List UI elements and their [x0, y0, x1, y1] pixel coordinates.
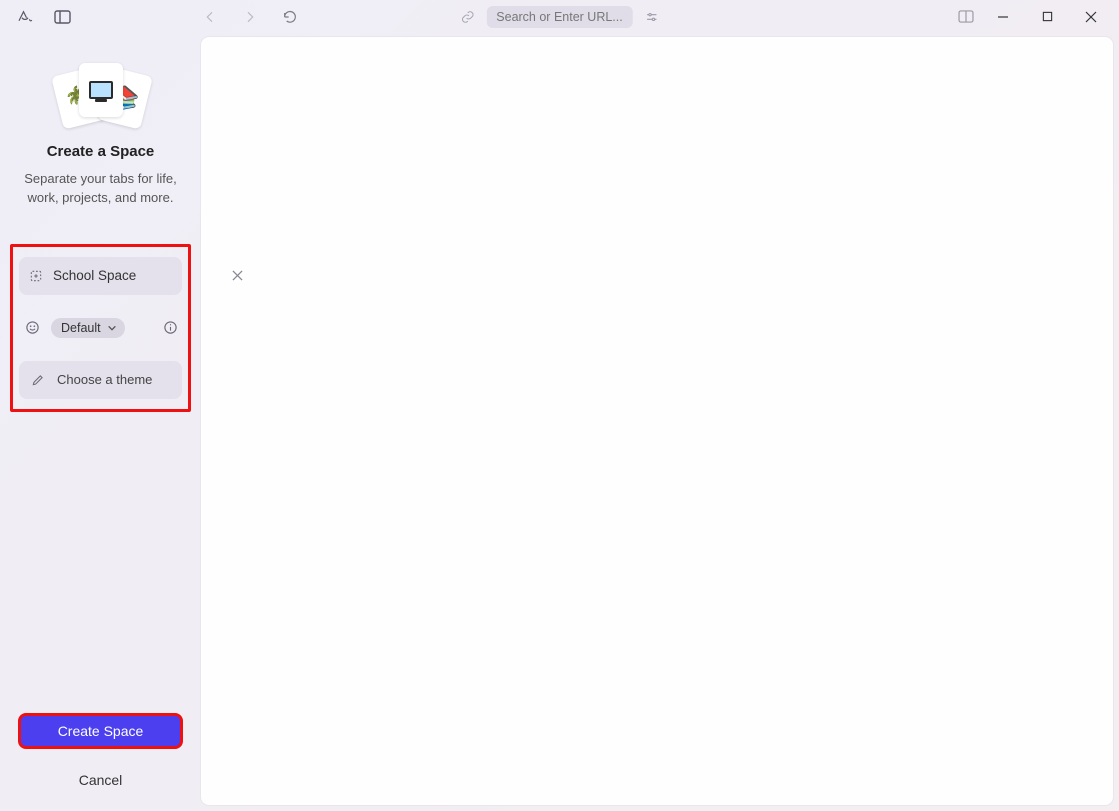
arc-logo-icon[interactable] [16, 8, 34, 26]
url-placeholder: Search or Enter URL... [496, 10, 622, 24]
space-name-input[interactable] [53, 268, 230, 283]
url-field[interactable]: Search or Enter URL... [486, 6, 632, 28]
maximize-button[interactable] [1025, 2, 1069, 32]
cancel-label: Cancel [79, 772, 123, 788]
theme-row[interactable]: Choose a theme [19, 361, 182, 399]
sidebar-toggle-icon[interactable] [53, 8, 71, 26]
illus-card-computer [79, 63, 123, 117]
space-icon-picker-icon[interactable] [29, 269, 43, 283]
back-icon[interactable] [201, 8, 219, 26]
create-space-button[interactable]: Create Space [18, 713, 183, 749]
clear-name-icon[interactable] [230, 270, 245, 281]
theme-label: Choose a theme [57, 372, 152, 387]
toolbar: Search or Enter URL... [0, 0, 1119, 33]
window-controls [957, 2, 1113, 32]
sidebar-subtitle: Separate your tabs for life, work, proje… [0, 170, 201, 208]
nav-group [201, 8, 299, 26]
split-view-icon[interactable] [957, 8, 975, 26]
link-icon [458, 8, 476, 26]
sidebar-actions: Create Space Cancel [0, 713, 201, 797]
toolbar-left [8, 8, 71, 26]
space-settings-group: Default Choose a theme [10, 244, 191, 412]
forward-icon[interactable] [241, 8, 259, 26]
minimize-button[interactable] [981, 2, 1025, 32]
cancel-button[interactable]: Cancel [18, 763, 183, 797]
chevron-down-icon [107, 323, 117, 333]
space-name-row[interactable] [19, 257, 182, 295]
url-bar-wrap: Search or Enter URL... [458, 6, 660, 28]
space-illustration: 🌴 📚 [51, 61, 151, 125]
reload-icon[interactable] [281, 8, 299, 26]
content-area [201, 37, 1113, 805]
sidebar-title: Create a Space [0, 143, 201, 160]
profile-selector[interactable]: Default [51, 318, 125, 338]
app-window: Search or Enter URL... [0, 0, 1119, 811]
profile-label: Default [61, 321, 101, 335]
body: 🌴 📚 Create a Space Separate your tabs fo… [0, 33, 1119, 811]
close-button[interactable] [1069, 2, 1113, 32]
pencil-icon [29, 373, 47, 387]
sidebar: 🌴 📚 Create a Space Separate your tabs fo… [0, 33, 201, 811]
profile-row: Default [19, 309, 182, 347]
profile-icon [23, 320, 41, 335]
settings-sliders-icon[interactable] [643, 8, 661, 26]
info-icon[interactable] [163, 320, 178, 335]
create-space-label: Create Space [58, 723, 144, 739]
